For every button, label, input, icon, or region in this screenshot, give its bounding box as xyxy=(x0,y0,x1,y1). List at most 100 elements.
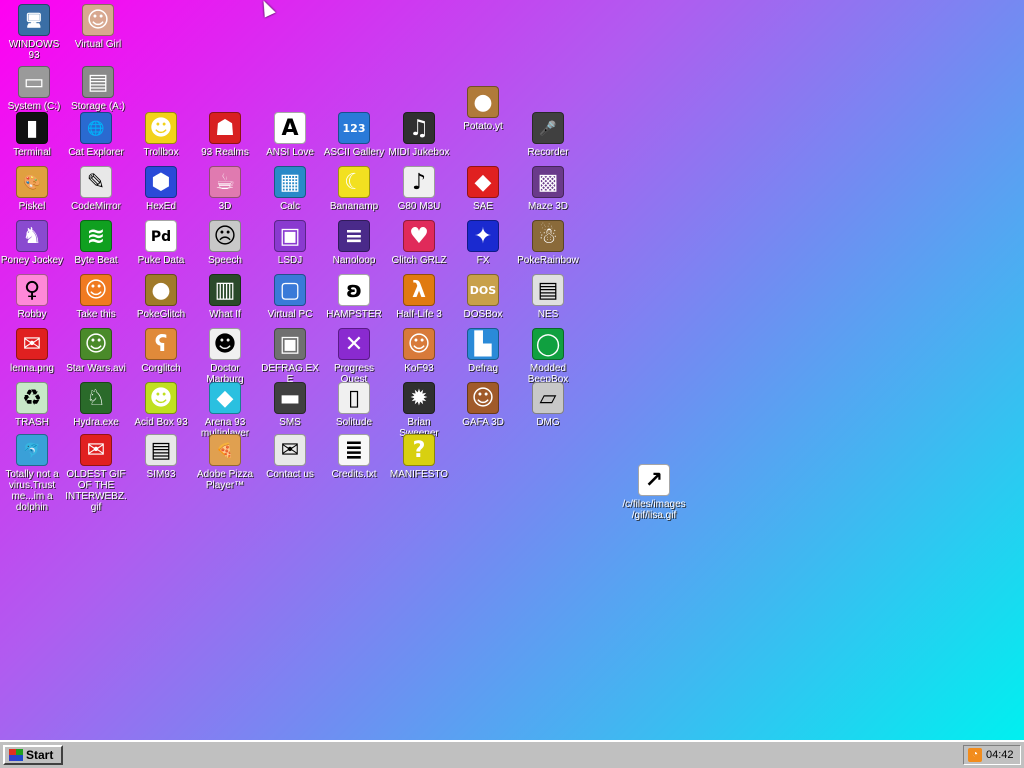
desktop-icon[interactable]: ◆Arena 93 multiplayer xyxy=(193,382,257,439)
desktop-icon[interactable]: ≣ Credits.txt xyxy=(322,434,386,480)
desktop-icon[interactable]: ✎ CodeMirror xyxy=(64,166,128,212)
desktop-icon-label: Recorder xyxy=(527,147,569,158)
desktop-icon[interactable]: ⬢ HexEd xyxy=(129,166,193,212)
desktop-icon[interactable]: ☺ Virtual Girl xyxy=(66,4,130,50)
start-label: Start xyxy=(26,748,54,762)
app-icon: ● xyxy=(467,86,499,118)
desktop-icon[interactable]: 🌐 Cat Explorer xyxy=(64,112,128,158)
desktop-icon[interactable]: ♘ Hydra.exe xyxy=(64,382,128,428)
desktop-icon[interactable]: ♻ TRASH xyxy=(0,382,64,428)
desktop-icon-label: FX xyxy=(476,255,490,266)
desktop-icon[interactable]: ◆ SAE xyxy=(451,166,515,212)
app-icon: ☕ xyxy=(209,166,241,198)
desktop-icon[interactable]: ▤ SIM93 xyxy=(129,434,193,480)
desktop-icon[interactable]: ✕ Progress Quest xyxy=(322,328,386,385)
desktop-icon[interactable]: 🖥 WINDOWS 93 xyxy=(2,4,66,61)
desktop-icon[interactable]: ≡ Nanoloop xyxy=(322,220,386,266)
desktop-icon-label: NES xyxy=(537,309,559,320)
desktop-icon[interactable]: ✉ lenna.png xyxy=(0,328,64,374)
desktop-icon[interactable]: ? MANIFESTO xyxy=(387,434,451,480)
app-icon: ♘ xyxy=(80,382,112,414)
desktop-icon[interactable]: ☺ KoF93 xyxy=(387,328,451,374)
desktop-icon-label: DOSBox xyxy=(463,309,503,320)
desktop-icon[interactable]: 🎨 Piskel xyxy=(0,166,64,212)
desktop-icon[interactable]: ʕ Corglitch xyxy=(129,328,193,374)
desktop-icon[interactable]: ▦ Calc xyxy=(258,166,322,212)
desktop-icon[interactable]: ▢ Virtual PC xyxy=(258,274,322,320)
app-icon: DOS xyxy=(467,274,499,306)
app-icon: ✦ xyxy=(467,220,499,252)
desktop-icon[interactable]: λ Half-Life 3 xyxy=(387,274,451,320)
app-icon: λ xyxy=(403,274,435,306)
desktop-icon[interactable]: ▤ Storage (A:) xyxy=(66,66,130,112)
desktop-icon[interactable]: ☗ 93 Realms xyxy=(193,112,257,158)
desktop-icon[interactable]: ● Potato.yt xyxy=(451,86,515,132)
app-icon: ▤ xyxy=(532,274,564,306)
app-icon: ☾ xyxy=(338,166,370,198)
app-icon: ◆ xyxy=(467,166,499,198)
desktop-icon[interactable]: ≋ Byte Beat xyxy=(64,220,128,266)
desktop-icon[interactable]: ☻ Doctor Marburg xyxy=(193,328,257,385)
start-button[interactable]: Start xyxy=(3,745,63,765)
desktop-icon-label: lenna.png xyxy=(10,363,54,374)
desktop-icon[interactable]: ☻ Trollbox xyxy=(129,112,193,158)
desktop-icon[interactable]: ▱ DMG xyxy=(516,382,580,428)
desktop-icon[interactable]: 🍕 Adobe Pizza Player™ xyxy=(193,434,257,491)
app-icon: ♀ xyxy=(16,274,48,306)
desktop-icon[interactable]: A ANSI Love xyxy=(258,112,322,158)
desktop-icon-label: What If xyxy=(209,309,241,320)
app-icon: ☻ xyxy=(209,328,241,360)
app-icon: ☺ xyxy=(80,328,112,360)
desktop-icon[interactable]: ↗ /c/files/images/gif/lisa.gif xyxy=(622,464,686,521)
desktop-icon[interactable]: ◯ Modded BeepBox xyxy=(516,328,580,385)
desktop-icon[interactable]: ▮ Terminal xyxy=(0,112,64,158)
desktop-icon[interactable]: ☹ Speech xyxy=(193,220,257,266)
desktop-icon[interactable]: ▣ DEFRAG.EXE xyxy=(258,328,322,385)
app-icon: ◆ xyxy=(209,382,241,414)
desktop-icon[interactable]: ♞ Poney Jockey xyxy=(0,220,64,266)
desktop-icon[interactable]: ☻ Acid Box 93 xyxy=(129,382,193,428)
desktop-icon[interactable]: ♫ MIDI Jukebox xyxy=(387,112,451,158)
rss-feed-icon[interactable]: ◔ xyxy=(968,748,982,762)
desktop-icon-label: Bananamp xyxy=(329,201,379,212)
desktop-icon[interactable]: ▩ Maze 3D xyxy=(516,166,580,212)
desktop-icon[interactable]: DOS DOSBox xyxy=(451,274,515,320)
desktop-icon[interactable]: ♥ Glitch GRLZ xyxy=(387,220,451,266)
desktop-icon[interactable]: ● PokeGlitch xyxy=(129,274,193,320)
desktop-icon-label: Robby xyxy=(17,309,47,320)
desktop-icon[interactable]: ✉ OLDEST GIF OF THE INTERWEBZ.gif xyxy=(64,434,128,513)
desktop-icon[interactable]: ✹Brian Sweeper xyxy=(387,382,451,439)
desktop-icon[interactable]: ▥ What If xyxy=(193,274,257,320)
desktop-icon[interactable]: ▙ Defrag xyxy=(451,328,515,374)
desktop-icon[interactable]: ☺ Take this xyxy=(64,274,128,320)
desktop-icon[interactable]: ▤ NES xyxy=(516,274,580,320)
desktop-icon[interactable]: 123 ASCII Gallery xyxy=(322,112,386,158)
app-icon: ✉ xyxy=(16,328,48,360)
app-icon: ʕ xyxy=(145,328,177,360)
desktop-icon[interactable]: ✦ FX xyxy=(451,220,515,266)
desktop-icon[interactable]: ▬ SMS xyxy=(258,382,322,428)
desktop-icon[interactable]: ▯ Solitude xyxy=(322,382,386,428)
app-icon: ☺ xyxy=(82,4,114,36)
desktop-icon[interactable]: ☕ 3D xyxy=(193,166,257,212)
desktop-icon-label: MIDI Jukebox xyxy=(388,147,450,158)
desktop-icon[interactable]: ☺ GAFA 3D xyxy=(451,382,515,428)
desktop-icon[interactable]: ☾ Bananamp xyxy=(322,166,386,212)
desktop-icon[interactable]: ʚ HAMPSTER xyxy=(322,274,386,320)
desktop-icon[interactable]: 🎤 Recorder xyxy=(516,112,580,158)
app-icon: ▢ xyxy=(274,274,306,306)
desktop-icon[interactable]: ☺ Star Wars.avi xyxy=(64,328,128,374)
desktop-icon[interactable]: ☃ PokeRainbow xyxy=(516,220,580,266)
desktop-icon[interactable]: Pd Puke Data xyxy=(129,220,193,266)
desktop-icon[interactable]: 🐬 Totally not a virus.Trust me...im a dol… xyxy=(0,434,64,513)
desktop-icon-label: Terminal xyxy=(13,147,51,158)
desktop-icon-label: Virtual PC xyxy=(267,309,313,320)
windows-logo-icon xyxy=(9,749,23,761)
app-icon: ♥ xyxy=(403,220,435,252)
desktop-icon[interactable]: ♪ G80 M3U xyxy=(387,166,451,212)
desktop-icon[interactable]: ▭ System (C:) xyxy=(2,66,66,112)
desktop-icon[interactable]: ▣ LSDJ xyxy=(258,220,322,266)
desktop-icon-label: ANSI Love xyxy=(266,147,314,158)
desktop-icon[interactable]: ✉ Contact us xyxy=(258,434,322,480)
desktop-icon[interactable]: ♀ Robby xyxy=(0,274,64,320)
